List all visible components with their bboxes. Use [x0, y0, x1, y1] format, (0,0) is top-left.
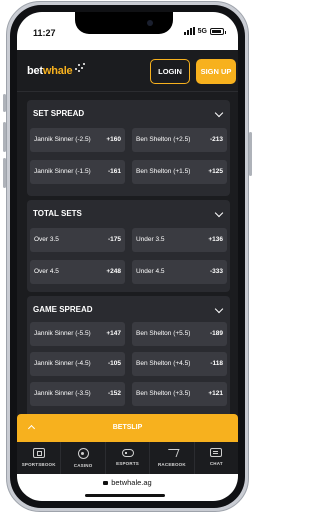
odds-button[interactable]: Over 3.5 -175	[30, 228, 125, 252]
odds-value: +248	[106, 268, 121, 275]
odds-label: Over 4.5	[34, 268, 59, 275]
chevron-down-icon[interactable]	[214, 208, 224, 218]
notch	[75, 12, 173, 34]
odds-button[interactable]: Over 4.5 +248	[30, 260, 125, 284]
market-total-sets: TOTAL SETS Over 3.5 -175 Under 3.5 +136 …	[27, 200, 230, 292]
odds-label: Jannik Sinner (-2.5)	[34, 136, 91, 143]
odds-value: -189	[209, 330, 223, 337]
betslip-bar[interactable]: BETSLIP	[17, 414, 238, 442]
home-indicator[interactable]	[85, 494, 165, 497]
odds-label: Under 3.5	[136, 236, 165, 243]
nav-label: SPORTSBOOK	[21, 462, 56, 467]
odds-button[interactable]: Under 4.5 -333	[132, 260, 227, 284]
odds-label: Under 4.5	[136, 268, 165, 275]
odds-button[interactable]: Jannik Sinner (-1.5) -161	[30, 160, 125, 184]
volume-up-button	[3, 122, 6, 152]
odds-label: Jannik Sinner (-4.5)	[34, 360, 91, 367]
volume-down-button	[3, 158, 6, 188]
logo-text-accent: whale	[42, 65, 73, 77]
status-bar: 11:27 5G	[17, 12, 238, 50]
odds-value: -333	[209, 268, 223, 275]
screen: 11:27 5G betwhale LOGIN SIGN UP SET SPRE…	[17, 12, 238, 501]
market-title: TOTAL SETS	[33, 209, 82, 218]
sportsbook-icon	[32, 448, 45, 458]
odds-label: Ben Shelton (+3.5)	[136, 390, 191, 397]
market-title: SET SPREAD	[33, 109, 85, 118]
odds-label: Ben Shelton (+4.5)	[136, 360, 191, 367]
nav-casino[interactable]: CASINO	[61, 442, 106, 474]
odds-button[interactable]: Ben Shelton (+4.5) -118	[132, 352, 227, 376]
odds-button[interactable]: Ben Shelton (+1.5) +125	[132, 160, 227, 184]
odds-value: -161	[107, 168, 121, 175]
phone-frame: 11:27 5G betwhale LOGIN SIGN UP SET SPRE…	[3, 1, 252, 512]
nav-label: ESPORTS	[116, 461, 139, 466]
market-set-spread: SET SPREAD Jannik Sinner (-2.5) +160 Ben…	[27, 100, 230, 196]
odds-button[interactable]: Jannik Sinner (-4.5) -105	[30, 352, 125, 376]
login-button[interactable]: LOGIN	[150, 59, 190, 84]
nav-chat[interactable]: CHAT	[195, 442, 238, 474]
odds-label: Ben Shelton (+5.5)	[136, 330, 191, 337]
odds-label: Jannik Sinner (-5.5)	[34, 330, 91, 337]
url-text: betwhale.ag	[111, 478, 152, 487]
nav-label: CHAT	[209, 461, 223, 466]
odds-value: +147	[106, 330, 121, 337]
odds-label: Jannik Sinner (-1.5)	[34, 168, 91, 175]
odds-value: -105	[107, 360, 121, 367]
esports-icon	[121, 449, 134, 457]
odds-value: -152	[107, 390, 121, 397]
logo-spray-icon	[73, 62, 85, 74]
lock-icon	[103, 481, 109, 485]
status-indicators: 5G	[183, 27, 226, 35]
chevron-down-icon[interactable]	[214, 304, 224, 314]
markets-list[interactable]: SET SPREAD Jannik Sinner (-2.5) +160 Ben…	[17, 94, 238, 414]
signal-icon	[183, 27, 195, 35]
odds-button[interactable]: Ben Shelton (+3.5) +121	[132, 382, 227, 406]
url-display: betwhale.ag	[17, 478, 238, 487]
betwhale-logo[interactable]: betwhale	[27, 65, 73, 77]
odds-label: Ben Shelton (+1.5)	[136, 168, 191, 175]
odds-button[interactable]: Under 3.5 +136	[132, 228, 227, 252]
browser-url-bar[interactable]: betwhale.ag	[17, 474, 238, 501]
odds-value: -118	[210, 360, 223, 367]
odds-label: Jannik Sinner (-3.5)	[34, 390, 91, 397]
odds-value: +121	[208, 390, 223, 397]
app-header: betwhale LOGIN SIGN UP	[17, 50, 238, 92]
odds-button[interactable]: Ben Shelton (+2.5) -213	[132, 128, 227, 152]
chevron-down-icon[interactable]	[214, 108, 224, 118]
odds-value: +160	[106, 136, 121, 143]
logo-text-main: bet	[27, 65, 43, 77]
odds-value: -213	[209, 136, 223, 143]
odds-button[interactable]: Ben Shelton (+5.5) -189	[132, 322, 227, 346]
nav-racebook[interactable]: RACEBOOK	[150, 442, 195, 474]
camera-dot	[147, 20, 153, 26]
mute-switch	[3, 94, 6, 112]
nav-label: RACEBOOK	[157, 462, 186, 467]
nav-label: CASINO	[73, 463, 93, 468]
odds-value: +125	[208, 168, 223, 175]
odds-value: +136	[208, 236, 223, 243]
odds-label: Over 3.5	[34, 236, 59, 243]
odds-button[interactable]: Jannik Sinner (-2.5) +160	[30, 128, 125, 152]
betslip-label: BETSLIP	[112, 424, 143, 431]
bottom-nav: SPORTSBOOK CASINO ESPORTS RACEBOOK CHAT	[17, 442, 238, 474]
nav-esports[interactable]: ESPORTS	[106, 442, 151, 474]
signup-button[interactable]: SIGN UP	[196, 59, 236, 84]
odds-button[interactable]: Jannik Sinner (-5.5) +147	[30, 322, 125, 346]
racebook-icon	[166, 448, 178, 458]
nav-sportsbook[interactable]: SPORTSBOOK	[17, 442, 62, 474]
power-button	[249, 132, 252, 176]
market-title: GAME SPREAD	[33, 305, 93, 314]
network-label: 5G	[197, 27, 207, 35]
status-time: 11:27	[33, 28, 56, 38]
odds-label: Ben Shelton (+2.5)	[136, 136, 191, 143]
chat-icon	[210, 448, 223, 457]
market-game-spread: GAME SPREAD Jannik Sinner (-5.5) +147 Be…	[27, 296, 230, 414]
casino-icon	[77, 448, 89, 459]
phone-bezel: 11:27 5G betwhale LOGIN SIGN UP SET SPRE…	[10, 5, 245, 508]
odds-button[interactable]: Jannik Sinner (-3.5) -152	[30, 382, 125, 406]
odds-value: -175	[107, 236, 121, 243]
battery-icon	[210, 27, 226, 35]
